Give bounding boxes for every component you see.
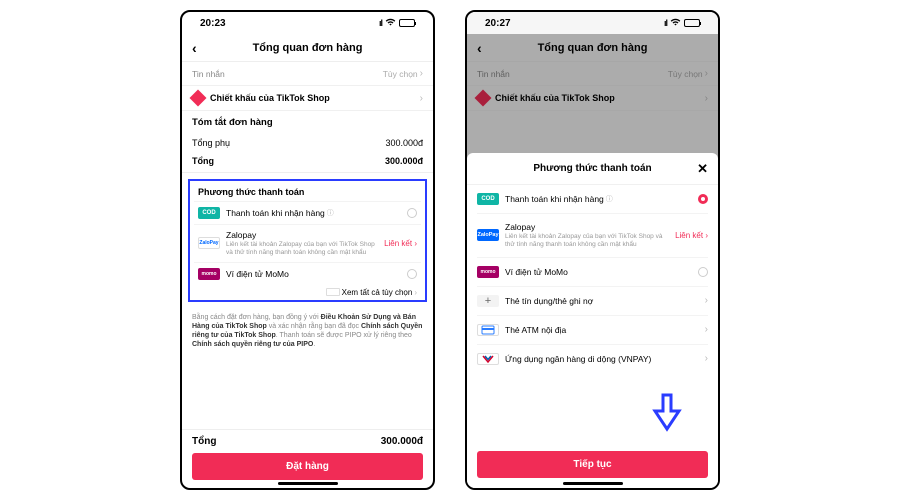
sheet-title: Phương thức thanh toán xyxy=(533,163,651,174)
status-bar: 20:27 ıl xyxy=(467,12,718,34)
continue-button[interactable]: Tiếp tục xyxy=(477,451,708,478)
momo-icon: momo xyxy=(477,266,499,278)
total-value: 300.000đ xyxy=(385,156,423,166)
terms-text: Bằng cách đặt đơn hàng, bạn đồng ý với Đ… xyxy=(182,308,433,354)
zalopay-icon: ZaloPay xyxy=(477,229,499,241)
status-time: 20:27 xyxy=(485,18,511,29)
nav-bar: ‹ Tổng quan đơn hàng xyxy=(467,34,718,62)
battery-icon xyxy=(399,19,415,27)
payment-option-cod[interactable]: COD Thanh toán khi nhận hàng ⓘ xyxy=(477,185,708,214)
total-label: Tổng xyxy=(192,156,214,166)
summary-title: Tóm tắt đơn hàng xyxy=(182,111,433,134)
payment-option-atm[interactable]: Thẻ ATM nội địa › xyxy=(477,316,708,345)
wifi-icon xyxy=(670,18,681,29)
chevron-right-icon: › xyxy=(420,93,423,104)
total-row: Tổng 300.000đ xyxy=(182,152,433,173)
radio-unselected[interactable] xyxy=(407,269,417,279)
message-label: Tin nhắn xyxy=(192,69,225,79)
card-icon xyxy=(326,288,340,296)
zalopay-icon: ZaloPay xyxy=(198,237,220,249)
discount-row: Chiết khấu của TikTok Shop › xyxy=(467,86,718,111)
zalopay-desc: Liên kết tài khoản Zalopay của bạn với T… xyxy=(226,241,378,257)
content: Tin nhắn Tùy chọn › Chiết khấu của TikTo… xyxy=(182,62,433,429)
screen-payment-sheet: 20:27 ıl ‹ Tổng quan đơn hàng Tin nhắn T… xyxy=(465,10,720,490)
discount-row[interactable]: Chiết khấu của TikTok Shop › xyxy=(182,86,433,111)
back-button[interactable]: ‹ xyxy=(192,40,197,56)
battery-icon xyxy=(684,19,700,27)
home-indicator xyxy=(278,482,338,485)
message-value: Tùy chọn › xyxy=(383,68,423,79)
plus-icon: + xyxy=(477,295,499,307)
discount-icon xyxy=(475,90,492,107)
cod-icon: COD xyxy=(477,193,499,205)
payment-option-momo[interactable]: momo Ví điện tử MoMo xyxy=(477,258,708,287)
chevron-right-icon: › xyxy=(705,295,708,306)
info-icon: ⓘ xyxy=(606,194,613,204)
chevron-right-icon: › xyxy=(420,68,423,79)
subtotal-value: 300.000đ xyxy=(385,138,423,148)
payment-option-vnpay[interactable]: Ứng dụng ngân hàng di dộng (VNPAY) › xyxy=(477,345,708,373)
vnpay-icon xyxy=(477,353,499,365)
signal-icon: ıl xyxy=(664,18,667,28)
payment-option-card[interactable]: + Thẻ tín dụng/thẻ ghi nợ › xyxy=(477,287,708,316)
status-time: 20:23 xyxy=(200,18,226,29)
zalopay-link[interactable]: Liên kết › xyxy=(384,239,417,248)
sheet-header: Phương thức thanh toán ✕ xyxy=(467,153,718,185)
radio-unselected[interactable] xyxy=(698,267,708,277)
discount-icon xyxy=(190,90,207,107)
chevron-right-icon: › xyxy=(705,93,708,104)
momo-icon: momo xyxy=(198,268,220,280)
payment-option-cod[interactable]: COD Thanh toán khi nhận hàng ⓘ xyxy=(194,201,421,224)
payment-option-momo[interactable]: momo Ví điện tử MoMo xyxy=(194,262,421,285)
close-button[interactable]: ✕ xyxy=(697,161,708,177)
payment-methods-box: Phương thức thanh toán COD Thanh toán kh… xyxy=(188,179,427,302)
payment-title: Phương thức thanh toán xyxy=(194,185,421,201)
payment-option-zalopay[interactable]: ZaloPay Zalopay Liên kết tài khoản Zalop… xyxy=(477,214,708,258)
bottom-total: Tổng 300.000đ xyxy=(192,436,423,447)
info-icon: ⓘ xyxy=(327,208,334,218)
place-order-button[interactable]: Đặt hàng xyxy=(192,453,423,480)
chevron-right-icon: › xyxy=(414,288,417,297)
chevron-right-icon: › xyxy=(705,324,708,335)
chevron-right-icon: › xyxy=(705,353,708,364)
subtotal-row: Tổng phụ 300.000đ xyxy=(182,134,433,152)
home-indicator xyxy=(563,482,623,485)
wifi-icon xyxy=(385,18,396,29)
payment-method-sheet: Phương thức thanh toán ✕ COD Thanh toán … xyxy=(467,153,718,488)
back-button[interactable]: ‹ xyxy=(477,40,482,56)
nav-bar: ‹ Tổng quan đơn hàng xyxy=(182,34,433,62)
zalopay-link[interactable]: Liên kết › xyxy=(675,231,708,240)
view-all-options[interactable]: Xem tất cả tùy chọn› xyxy=(194,285,421,298)
discount-label: Chiết khấu của TikTok Shop xyxy=(210,93,414,103)
signal-icon: ıl xyxy=(379,18,382,28)
page-title: Tổng quan đơn hàng xyxy=(538,42,648,54)
subtotal-label: Tổng phụ xyxy=(192,138,230,148)
status-icons: ıl xyxy=(379,18,415,29)
radio-unselected[interactable] xyxy=(407,208,417,218)
status-bar: 20:23 ıl xyxy=(182,12,433,34)
atm-icon xyxy=(477,324,499,336)
radio-selected[interactable] xyxy=(698,194,708,204)
bottom-bar: Tổng 300.000đ Đặt hàng xyxy=(182,429,433,488)
message-row: Tin nhắn Tùy chọn › xyxy=(467,62,718,86)
page-title: Tổng quan đơn hàng xyxy=(253,42,363,54)
message-row[interactable]: Tin nhắn Tùy chọn › xyxy=(182,62,433,86)
payment-option-zalopay[interactable]: ZaloPay Zalopay Liên kết tài khoản Zalop… xyxy=(194,224,421,262)
annotation-arrow-icon xyxy=(651,393,683,433)
cod-icon: COD xyxy=(198,207,220,219)
screen-order-overview: 20:23 ıl ‹ Tổng quan đơn hàng Tin nhắn T… xyxy=(180,10,435,490)
status-icons: ıl xyxy=(664,18,700,29)
